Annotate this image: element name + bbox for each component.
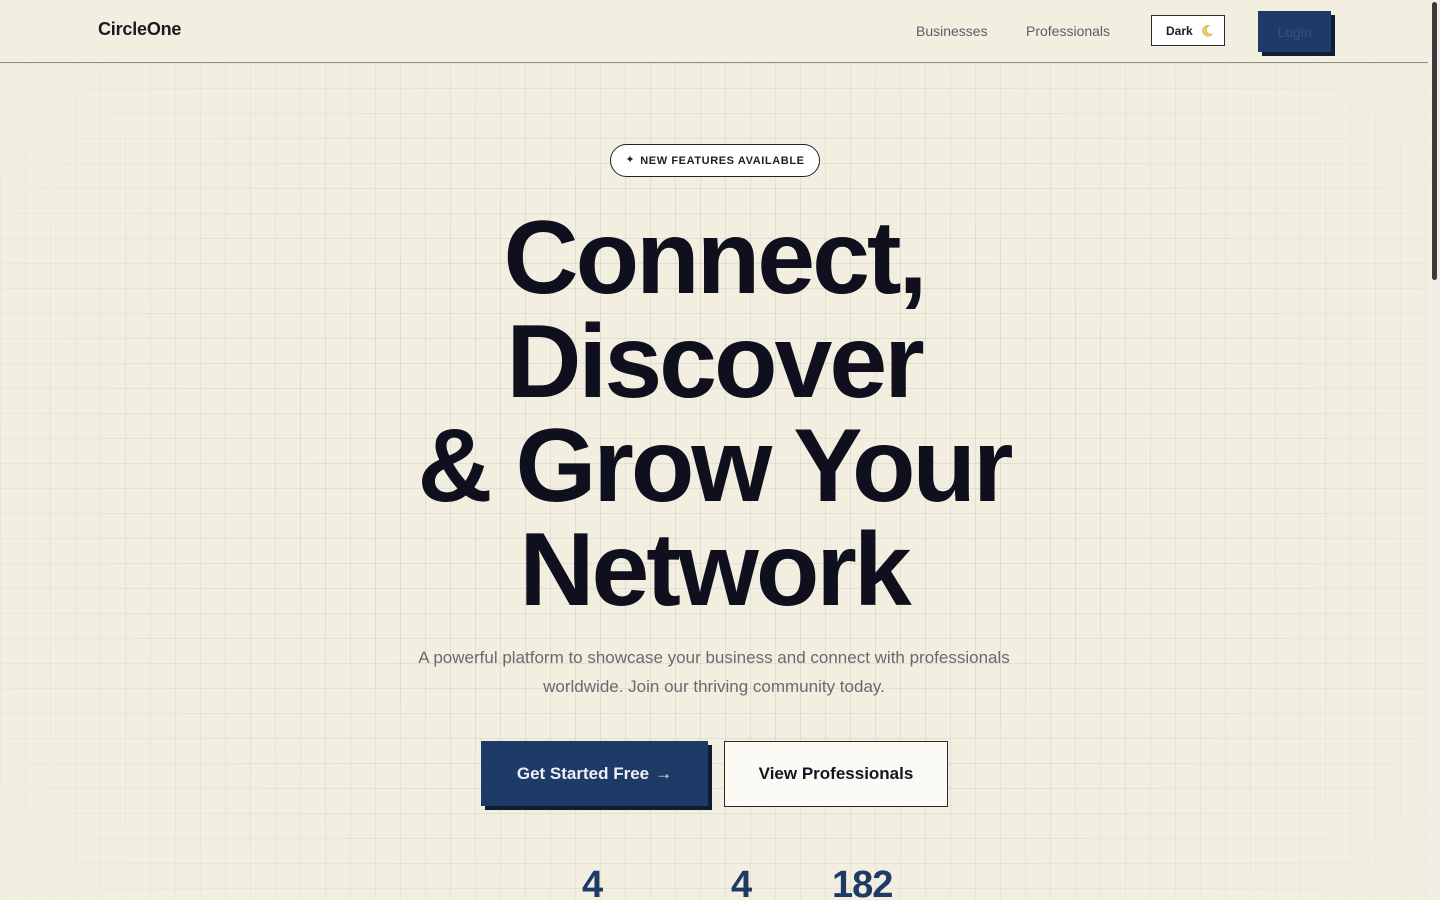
hero-title-line: Connect, — [503, 200, 928, 316]
hero-title: Connect, Discover & Grow Your Network — [300, 206, 1128, 622]
badge-text: NEW FEATURES AVAILABLE — [640, 154, 805, 167]
moon-icon — [1200, 24, 1214, 38]
theme-toggle-button[interactable]: Dark — [1151, 15, 1225, 46]
login-button[interactable]: Login — [1258, 11, 1331, 52]
stat-value: 4 — [731, 864, 752, 900]
get-started-label: Get Started Free — [516, 763, 650, 783]
hero-subtitle: A powerful platform to showcase your bus… — [418, 648, 1010, 696]
navbar: CircleOne Businesses Professionals Dark … — [0, 0, 1428, 63]
nav-link-professionals[interactable]: Professionals — [1026, 23, 1110, 39]
nav-link-businesses[interactable]: Businesses — [916, 23, 988, 39]
arrow-right-icon: → — [655, 763, 673, 783]
sparkle-icon: ✦ — [625, 154, 636, 166]
stat-value: 182 — [832, 864, 893, 900]
get-started-button[interactable]: Get Started Free → — [481, 741, 708, 806]
theme-toggle-label: Dark — [1166, 23, 1193, 38]
scrollbar-thumb[interactable] — [1432, 2, 1437, 280]
hero-title-line: Network — [519, 512, 911, 628]
hero-title-line: & Grow Your — [417, 408, 1014, 524]
page: CircleOne Businesses Professionals Dark … — [0, 0, 1440, 900]
stat-value: 4 — [582, 864, 603, 900]
hero-title-line: Discover — [506, 304, 924, 420]
view-professionals-button[interactable]: View Professionals — [724, 741, 948, 807]
scrollbar[interactable] — [1428, 0, 1440, 900]
new-features-badge[interactable]: ✦ NEW FEATURES AVAILABLE — [610, 144, 820, 177]
brand-logo[interactable]: CircleOne — [98, 19, 181, 40]
